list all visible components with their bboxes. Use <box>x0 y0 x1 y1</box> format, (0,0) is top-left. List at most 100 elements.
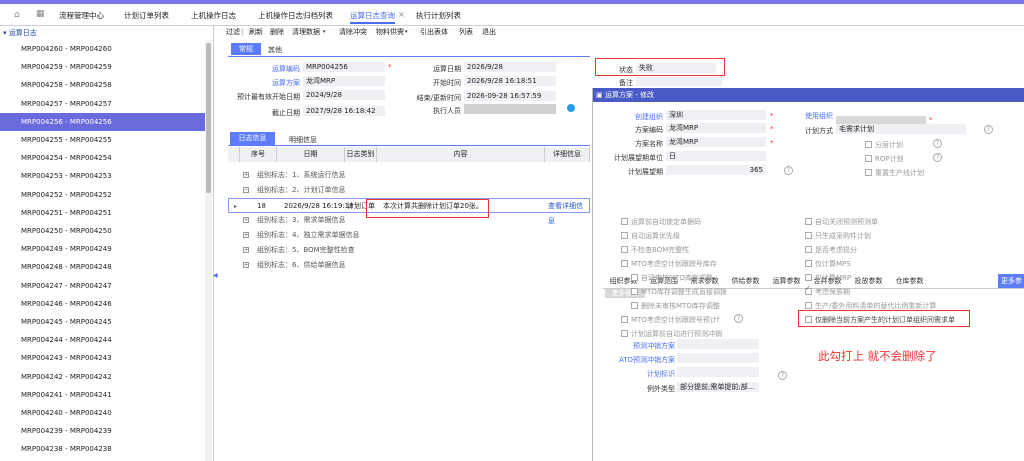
grid-group-row[interactable]: + 组别标志：5、BOM完整性检查 <box>228 243 590 258</box>
option-checkbox[interactable]: 自动运算优先级 <box>621 231 680 241</box>
rop-plan-checkbox[interactable]: ROP计划 <box>865 154 904 164</box>
help-icon[interactable]: ? <box>734 314 743 323</box>
option-checkbox[interactable]: MTO库存调整生成直接调拨 <box>631 287 727 297</box>
help-icon[interactable]: ? <box>778 371 787 380</box>
expand-icon[interactable]: + <box>243 232 249 238</box>
toolbar-material-supply[interactable]: 物料供需 <box>376 26 404 39</box>
help-icon[interactable]: ? <box>784 166 793 175</box>
option-checkbox[interactable]: MTO考虑空计划跟踪号预计f <box>621 315 719 325</box>
expand-icon[interactable]: − <box>243 187 249 193</box>
expand-icon[interactable]: + <box>243 172 249 178</box>
plan-method-field[interactable]: 毛需求计划 <box>836 124 966 134</box>
option-checkbox[interactable]: 删除未审核MTO库存调整 <box>631 301 720 311</box>
checkbox-box[interactable] <box>631 288 638 295</box>
option-checkbox[interactable]: 是否考虑损分 <box>805 245 857 255</box>
checkbox-box[interactable] <box>805 232 812 239</box>
tree-item[interactable]: MRP004249 - MRP004249 <box>0 240 205 258</box>
plan-code-field[interactable]: 龙湾MRP <box>666 123 766 133</box>
horizon-field[interactable]: 365 <box>666 165 766 175</box>
checkbox-box[interactable] <box>805 274 812 281</box>
dialog-tab[interactable]: 仓库参数 <box>889 274 930 288</box>
tab-log-info[interactable]: 日志信息 <box>230 132 275 145</box>
scrollbar-thumb[interactable] <box>206 43 211 193</box>
ato-plan-field[interactable] <box>677 353 759 363</box>
create-org-field[interactable]: 深圳 <box>666 110 766 120</box>
option-checkbox[interactable]: 仅计算MPS <box>805 259 851 269</box>
checkbox-box[interactable] <box>805 302 812 309</box>
option-checkbox[interactable]: 计划运算前自动进行预测冲销 <box>621 329 722 339</box>
help-icon[interactable]: ? <box>933 153 942 162</box>
option-checkbox[interactable]: 自动关闭预测预测单 <box>805 217 878 227</box>
toolbar-delete[interactable]: 删除 <box>270 26 284 39</box>
tab-detail-info[interactable]: 明细信息 <box>289 135 317 145</box>
start-time-field[interactable]: 2026/9/28 16:18:51 <box>464 76 556 86</box>
checkbox-box[interactable] <box>621 330 628 337</box>
tree-item[interactable]: MRP004243 - MRP004243 <box>0 349 205 367</box>
dropdown-icon[interactable]: ▾ <box>405 26 408 39</box>
tab-operation-log-archive[interactable]: 上机操作日志归档列表 <box>258 8 333 24</box>
option-checkbox[interactable]: 只生成采购件计划 <box>805 231 871 241</box>
tree-item[interactable]: MRP004254 - MRP004254 <box>0 149 205 167</box>
checkbox-box[interactable] <box>621 218 628 225</box>
info-icon[interactable] <box>567 104 575 112</box>
exception-type-field[interactable]: 部分提前;需单提前;部... <box>677 382 759 392</box>
tab-plan-orders[interactable]: 计划订单列表 <box>124 8 169 24</box>
tree-item[interactable]: MRP004238 - MRP004238 <box>0 440 205 458</box>
end-date-field[interactable]: 2027/9/28 16:18:42 <box>303 106 385 116</box>
grid-menu-icon[interactable]: ▦ <box>36 9 45 19</box>
dropdown-icon[interactable]: ▾ <box>323 26 326 39</box>
expand-icon[interactable]: + <box>243 247 249 253</box>
checkbox-box[interactable]: ✓ <box>805 284 812 295</box>
forecast-plan-field[interactable] <box>677 339 759 349</box>
option-checkbox[interactable]: ✓ 考虑保质期 <box>805 284 850 297</box>
checkbox-box[interactable] <box>805 246 812 253</box>
toolbar-filter[interactable]: 过滤 <box>226 26 240 39</box>
checkbox-box[interactable] <box>621 232 628 239</box>
tree-item[interactable]: MRP004258 - MRP004258 <box>0 76 205 94</box>
toolbar-export[interactable]: 引出表体 <box>420 26 448 39</box>
option-checkbox[interactable]: MTO考虑空计划跟踪号库存 <box>621 259 717 269</box>
tree-item[interactable]: MRP004255 - MRP004255 <box>0 131 205 149</box>
tree-item[interactable]: MRP004247 - MRP004247 <box>0 277 205 295</box>
remark-field[interactable] <box>636 77 722 86</box>
calc-plan-field[interactable]: 龙湾MRP <box>303 76 385 86</box>
option-checkbox[interactable]: 自动审核MTO库存调整 <box>631 273 713 283</box>
tree-item[interactable]: MRP004246 - MRP004246 <box>0 295 205 313</box>
option-checkbox[interactable]: 不检查BOM完整性 <box>621 245 689 255</box>
tab-process-center[interactable]: 流程管理中心 <box>59 8 104 24</box>
tree-scrollbar[interactable] <box>205 40 212 461</box>
toolbar-refresh[interactable]: 刷新 <box>249 26 263 39</box>
help-icon[interactable]: ? <box>984 125 993 134</box>
grid-group-row[interactable]: + 组别标志：1、系统运行信息 <box>228 168 590 183</box>
subtab-general[interactable]: 常规 <box>231 43 261 55</box>
tree-item[interactable]: MRP004252 - MRP004252 <box>0 186 205 204</box>
executor-field[interactable] <box>464 104 556 114</box>
plan-name-field[interactable]: 龙湾MRP <box>666 137 766 147</box>
toolbar-exit[interactable]: 退出 <box>482 26 496 39</box>
tree-item[interactable]: MRP004242 - MRP004242 <box>0 368 205 386</box>
grid-header-detail[interactable]: 详细信息 <box>545 147 590 162</box>
home-icon[interactable]: ⌂ <box>14 10 20 20</box>
tree-item[interactable]: MRP004250 - MRP004250 <box>0 222 205 240</box>
tab-operation-log[interactable]: 上机操作日志 <box>191 8 236 24</box>
close-tab-icon[interactable]: × <box>398 10 405 19</box>
reset-line-checkbox[interactable]: 重置生产线计划 <box>865 168 924 178</box>
calc-code-field[interactable]: MRP004256 <box>303 62 385 72</box>
subtab-other[interactable]: 其他 <box>268 45 282 55</box>
toolbar-clear-conflict[interactable]: 清除冲突 <box>339 26 367 39</box>
dialog-tab[interactable]: 运算参数 <box>766 274 807 288</box>
checkbox-box[interactable] <box>621 260 628 267</box>
grid-header-type[interactable]: 日志类别 <box>345 147 377 162</box>
checkbox-box[interactable] <box>621 316 628 323</box>
dialog-tab[interactable]: 更多参数 <box>998 274 1024 299</box>
tab-calc-log-query[interactable]: 运算日志查询 <box>350 8 395 24</box>
tree-root[interactable]: ▾ 运算日志 <box>0 26 214 40</box>
option-checkbox[interactable]: 仅计算MRP <box>805 273 851 283</box>
layered-plan-checkbox[interactable]: 分层计划 <box>865 140 903 150</box>
grid-group-row[interactable]: + 组别标志：6、供给单据信息 <box>228 258 590 273</box>
tree-item[interactable]: MRP004256 - MRP004256 <box>0 112 205 131</box>
checkbox-box[interactable] <box>631 302 638 309</box>
tree-item[interactable]: MRP004259 - MRP004259 <box>0 58 205 76</box>
tree-item[interactable]: MRP004241 - MRP004241 <box>0 386 205 404</box>
checkbox-box[interactable] <box>805 218 812 225</box>
